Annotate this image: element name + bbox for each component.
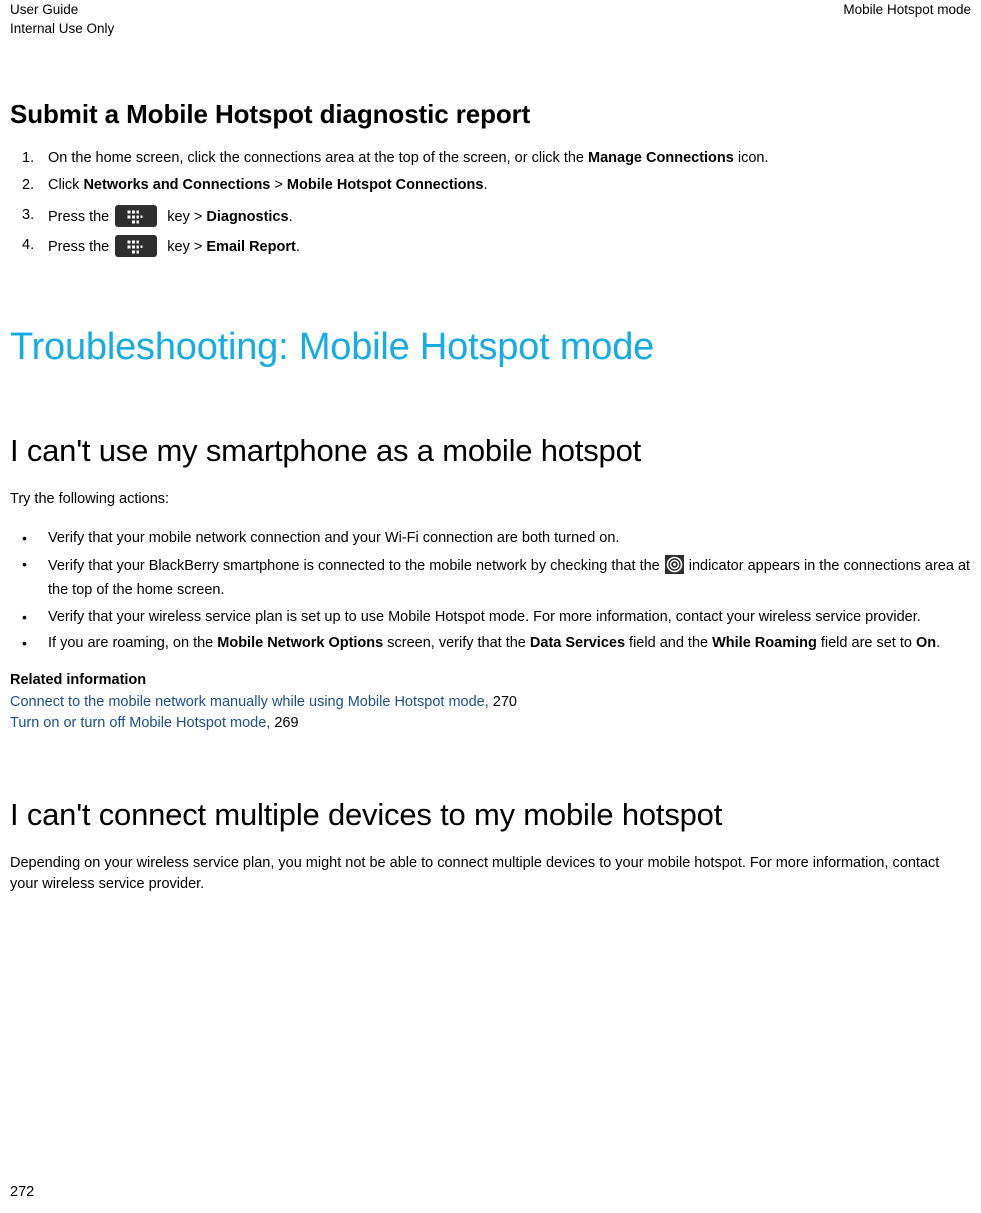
- bullet-text-part: If you are roaming, on the: [48, 635, 218, 651]
- list-item: Connect to the mobile network manually w…: [10, 692, 971, 713]
- bullet-text-part: screen, verify that the: [383, 635, 530, 651]
- bullet-text: Verify that your wireless service plan i…: [48, 609, 921, 625]
- header-right: Mobile Hotspot mode: [843, 0, 971, 19]
- section-heading: Troubleshooting: Mobile Hotspot mode: [10, 326, 655, 368]
- list-item: 3. Press the key > Diagnostics.: [10, 202, 971, 228]
- bullet-text: Verify that your BlackBerry smartphone i…: [48, 555, 970, 598]
- step-text-part: .: [288, 209, 293, 225]
- step-text-part: key >: [163, 239, 207, 255]
- step-text-part: .: [483, 177, 488, 193]
- step-text-part: .: [295, 239, 300, 255]
- step-text-bold: Manage Connections: [588, 150, 734, 166]
- step-text: Click Networks and Connections > Mobile …: [48, 177, 487, 193]
- page-number: 272: [10, 1184, 35, 1200]
- step-text-bold: Email Report: [206, 239, 296, 255]
- step-text-bold: Mobile Hotspot Connections: [286, 177, 484, 193]
- step-number: 4.: [22, 237, 35, 253]
- header-chapter-title: Mobile Hotspot mode: [843, 2, 971, 17]
- blackberry-dots-glyph: [127, 210, 145, 224]
- bullet-text-part: .: [936, 635, 941, 651]
- bullet-text-part: field and the: [625, 635, 713, 651]
- list-item: 2. Click Networks and Connections > Mobi…: [10, 175, 971, 196]
- bullet-text: Verify that your mobile network connecti…: [48, 530, 620, 546]
- step-text: Press the key > Diagnostics.: [48, 205, 293, 227]
- related-link-page-number: 269: [274, 715, 299, 731]
- list-item: • Verify that your BlackBerry smartphone…: [10, 554, 971, 602]
- blackberry-menu-key-icon: [115, 205, 158, 227]
- related-link[interactable]: Turn on or turn off Mobile Hotspot mode,: [10, 715, 270, 731]
- step-number: 3.: [22, 207, 35, 223]
- list-item: 4. Press the key > Email Report.: [10, 232, 971, 258]
- blackberry-dots-glyph: [127, 240, 145, 254]
- step-text-part: Click: [48, 177, 84, 193]
- step-text-bold: Networks and Connections: [83, 177, 271, 193]
- step-text-part: icon.: [733, 150, 769, 166]
- bullet-text-bold: While Roaming: [712, 635, 817, 651]
- step-number: 2.: [22, 177, 35, 193]
- step-text-part: Press the: [48, 239, 110, 255]
- related-information-heading: Related information: [10, 672, 147, 688]
- bullet-text-part: field are set to: [816, 635, 916, 651]
- mobile-network-indicator-icon: [664, 555, 684, 574]
- bullet-marker: •: [22, 635, 27, 651]
- step-text-part: On the home screen, click the connection…: [48, 150, 589, 166]
- related-link[interactable]: Connect to the mobile network manually w…: [10, 694, 489, 710]
- header-left: User Guide Internal Use Only: [10, 0, 114, 38]
- related-link-page-number: 270: [492, 694, 517, 710]
- header-classification: Internal Use Only: [10, 21, 115, 36]
- list-item: • Verify that your mobile network connec…: [10, 528, 971, 549]
- bullet-text-bold: Mobile Network Options: [217, 635, 384, 651]
- topic-title: Submit a Mobile Hotspot diagnostic repor…: [10, 99, 531, 129]
- bullet-text-part: Verify that your BlackBerry smartphone i…: [48, 558, 660, 574]
- step-text-bold: Diagnostics: [206, 209, 289, 225]
- document-page: User Guide Internal Use Only Mobile Hots…: [0, 0, 981, 1213]
- intro-paragraph: Try the following actions:: [10, 491, 170, 507]
- step-text: On the home screen, click the connection…: [48, 150, 769, 166]
- bullet-text-bold: Data Services: [529, 635, 626, 651]
- troubleshooting-body-2: Depending on your wireless service plan,…: [10, 855, 940, 892]
- procedure-steps-list: 1. On the home screen, click the connect…: [10, 148, 971, 258]
- bullet-marker: •: [22, 609, 27, 625]
- step-text-part: >: [270, 177, 287, 193]
- troubleshooting-bullet-list: • Verify that your mobile network connec…: [10, 528, 971, 654]
- related-information-block: Related information Connect to the mobil…: [10, 670, 971, 734]
- bullet-marker: •: [22, 530, 27, 546]
- troubleshooting-title-1: I can't use my smartphone as a mobile ho…: [10, 433, 642, 468]
- step-number: 1.: [22, 150, 35, 166]
- blackberry-menu-key-icon: [115, 235, 158, 257]
- bullet-marker: •: [22, 556, 27, 572]
- list-item: • Verify that your wireless service plan…: [10, 607, 971, 628]
- step-text-part: Press the: [48, 209, 110, 225]
- page-header: User Guide Internal Use Only Mobile Hots…: [10, 0, 971, 40]
- step-text-part: key >: [163, 209, 207, 225]
- bullet-text-bold: On: [915, 635, 937, 651]
- list-item: Turn on or turn off Mobile Hotspot mode,…: [10, 713, 971, 734]
- step-text: Press the key > Email Report.: [48, 235, 300, 257]
- header-document-type: User Guide: [10, 2, 79, 17]
- list-item: • If you are roaming, on the Mobile Netw…: [10, 633, 971, 654]
- bullet-text: If you are roaming, on the Mobile Networ…: [48, 635, 940, 651]
- troubleshooting-title-2: I can't connect multiple devices to my m…: [10, 797, 723, 832]
- list-item: 1. On the home screen, click the connect…: [10, 148, 971, 169]
